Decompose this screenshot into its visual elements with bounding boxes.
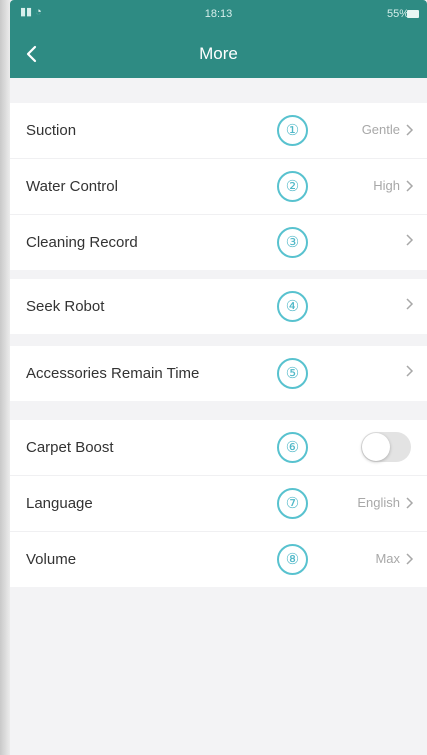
row-carpet-boost: Carpet Boost ⑥ xyxy=(10,420,427,476)
frame-shadow xyxy=(0,0,10,755)
row-accessories-remain-time[interactable]: Accessories Remain Time ⑤ xyxy=(10,346,427,401)
chevron-right-icon xyxy=(406,234,414,246)
row-label: Cleaning Record xyxy=(26,234,138,251)
carpet-boost-toggle[interactable] xyxy=(361,432,411,462)
row-value-group: English xyxy=(357,495,415,510)
page-title: More xyxy=(199,44,238,63)
row-label: Seek Robot xyxy=(26,298,105,315)
annotation-marker-4: ④ xyxy=(277,291,308,322)
annotation-marker-5: ⑤ xyxy=(277,358,308,389)
settings-section-seek: Seek Robot ④ xyxy=(10,279,427,334)
header-bar: ▮▮ ◔ 18:13 55% More xyxy=(10,0,427,78)
annotation-marker-2: ② xyxy=(277,171,308,202)
row-value-group xyxy=(400,298,415,310)
row-language[interactable]: Language ⑦ English xyxy=(10,476,427,532)
annotation-marker-1: ① xyxy=(277,115,308,146)
chevron-right-icon xyxy=(406,496,414,509)
chevron-right-icon xyxy=(406,123,414,136)
chevron-right-icon xyxy=(406,298,414,310)
row-value: Max xyxy=(375,551,400,566)
annotation-marker-8: ⑧ xyxy=(277,544,308,575)
row-label: Language xyxy=(26,495,93,512)
row-seek-robot[interactable]: Seek Robot ④ xyxy=(10,279,427,334)
battery-icon xyxy=(407,10,419,18)
row-value-group: High xyxy=(373,178,415,193)
chevron-right-icon xyxy=(406,552,414,565)
row-label: Volume xyxy=(26,551,77,568)
toggle-knob xyxy=(362,433,390,461)
chevron-right-icon xyxy=(406,179,414,192)
row-label: Suction xyxy=(26,122,77,139)
row-value-group: Gentle xyxy=(362,122,415,137)
chevron-right-icon xyxy=(406,365,414,377)
row-label: Carpet Boost xyxy=(26,439,114,456)
row-value: Gentle xyxy=(361,122,400,137)
row-value-group: Max xyxy=(375,551,415,566)
row-value-group xyxy=(400,365,415,377)
status-battery-text: 55% xyxy=(386,8,409,20)
settings-section-preferences: Carpet Boost ⑥ Language ⑦ English Volume… xyxy=(10,420,427,587)
settings-section-accessories: Accessories Remain Time ⑤ xyxy=(10,346,427,401)
annotation-marker-6: ⑥ xyxy=(277,432,308,463)
row-water-control[interactable]: Water Control ② High xyxy=(10,159,427,215)
row-value: High xyxy=(373,178,400,193)
settings-section-main: Suction ① Gentle Water Control ② High Cl… xyxy=(10,103,427,270)
row-suction[interactable]: Suction ① Gentle xyxy=(10,103,427,159)
annotation-marker-7: ⑦ xyxy=(277,488,308,519)
row-value-group xyxy=(400,234,415,246)
phone-screen: ▮▮ ◔ 18:13 55% More Suction ① Gentle Wat… xyxy=(10,0,427,755)
row-label: Water Control xyxy=(26,178,118,195)
row-label: Accessories Remain Time xyxy=(26,365,200,382)
row-cleaning-record[interactable]: Cleaning Record ③ xyxy=(10,215,427,270)
annotation-marker-3: ③ xyxy=(277,227,308,258)
row-value: English xyxy=(357,495,400,510)
status-time: 18:13 xyxy=(204,8,233,20)
row-volume[interactable]: Volume ⑧ Max xyxy=(10,532,427,587)
screenshot-frame: ▮▮ ◔ 18:13 55% More Suction ① Gentle Wat… xyxy=(0,0,427,755)
